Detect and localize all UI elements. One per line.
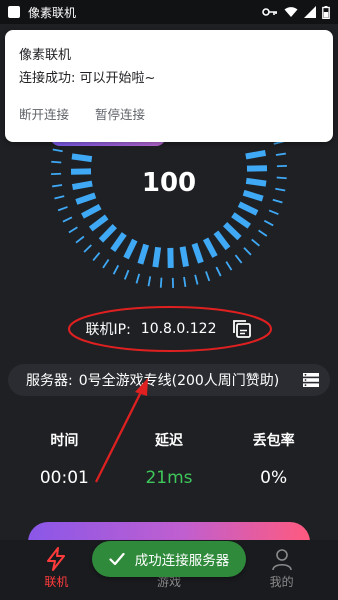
gauge-tick (251, 238, 260, 247)
gauge-tick (123, 269, 130, 280)
gauge-tick (275, 152, 286, 156)
gauge-tick (183, 276, 187, 287)
gauge-tick (268, 209, 279, 216)
stat-label: 丢包率 (252, 433, 295, 449)
gauge-tick (83, 244, 92, 253)
gauge-tick (135, 273, 141, 284)
gauge-segment (191, 242, 204, 264)
speed-gauge (51, 140, 287, 288)
app-notification-icon (8, 6, 20, 18)
gauge-tick (194, 274, 199, 285)
gauge-tick (225, 261, 233, 271)
gauge-tick (258, 229, 268, 237)
gauge-segment (202, 237, 218, 258)
notification-title: 像素联机 (19, 48, 72, 63)
tab-connect[interactable]: 联机 (16, 547, 96, 590)
gauge-tick (62, 216, 73, 223)
gauge-segment (123, 238, 138, 260)
server-name: 0号全游戏专线(200人周门赞助) (78, 373, 280, 389)
signal-icon (304, 6, 316, 18)
gauge-tick (51, 160, 62, 164)
gauge-tick (147, 276, 152, 287)
stat-label: 延迟 (154, 433, 183, 449)
notification-actions: 断开连接 暂停连接 (19, 104, 319, 123)
gauge-tick (272, 198, 283, 204)
status-icons (262, 5, 330, 19)
gauge-segment (179, 246, 189, 268)
ip-label: 联机IP: (85, 322, 131, 338)
gauge-tick (112, 264, 120, 275)
stat-value: 0% (260, 468, 288, 488)
ip-row: 联机IP: 10.8.0.122 (0, 316, 338, 342)
success-toast: 成功连接服务器 (92, 541, 246, 577)
gauge-segment (71, 153, 93, 163)
toast-text: 成功连接服务器 (134, 553, 230, 569)
ip-value: 10.8.0.122 (140, 321, 217, 337)
gauge-tick (263, 219, 274, 227)
tab-label: 我的 (269, 575, 294, 589)
disconnect-button[interactable]: 断开连接 (19, 104, 69, 123)
gauge-segment (81, 203, 102, 219)
gauge-tick (52, 148, 63, 153)
gauge-segment (245, 150, 267, 160)
gauge-segment (152, 246, 162, 268)
gauge-tick (205, 271, 211, 282)
wifi-icon (284, 7, 298, 17)
gauge-segment (98, 224, 117, 243)
gauge-segment (213, 230, 231, 251)
gauge-tick (215, 266, 222, 277)
server-list-icon[interactable] (302, 371, 320, 389)
connection-notification[interactable]: 像素联机 连接成功: 可以开始啦~ 断开连接 暂停连接 (5, 30, 333, 142)
key-icon (262, 8, 277, 16)
stat-value: 21ms (145, 468, 193, 488)
gauge-tick (92, 252, 101, 261)
status-app-name: 像素联机 (28, 5, 77, 20)
gauge-value: 100 (141, 168, 197, 198)
checkmark-icon (109, 552, 125, 566)
stat-label: 时间 (50, 433, 79, 449)
gauge-segment (223, 222, 242, 241)
stat-time: 时间 00:01 (14, 430, 114, 488)
gauge-tick (68, 226, 78, 234)
gauge-tick (159, 277, 163, 288)
server-selector[interactable]: 服务器: 0号全游戏专线(200人周门赞助) (8, 364, 330, 396)
lightning-icon (47, 547, 66, 571)
stat-packet-loss: 丢包率 0% (224, 430, 324, 488)
gauge-tick (102, 259, 110, 269)
gauge-tick (234, 254, 243, 264)
gauge-segment (231, 212, 251, 229)
gauge-segment (137, 243, 150, 265)
tab-label: 联机 (44, 575, 69, 589)
status-bar: 像素联机 (0, 0, 338, 24)
connection-stats: 时间 00:01 延迟 21ms 丢包率 0% (0, 430, 338, 488)
stat-latency: 延迟 21ms (119, 430, 219, 488)
notification-text: 连接成功: 可以开始啦~ (19, 71, 156, 86)
user-icon (271, 549, 292, 571)
gauge-segment (110, 232, 127, 252)
gauge-segment (88, 214, 109, 232)
tab-profile[interactable]: 我的 (242, 547, 322, 590)
server-label: 服务器: (26, 373, 73, 389)
copy-icon[interactable] (231, 318, 253, 340)
stat-value: 00:01 (39, 468, 89, 488)
gauge-segment (237, 201, 259, 216)
gauge-tick (57, 206, 68, 212)
gauge-tick (75, 235, 85, 244)
battery-icon (322, 5, 330, 19)
pause-button[interactable]: 暂停连接 (95, 104, 145, 123)
gauge-tick (243, 247, 252, 256)
